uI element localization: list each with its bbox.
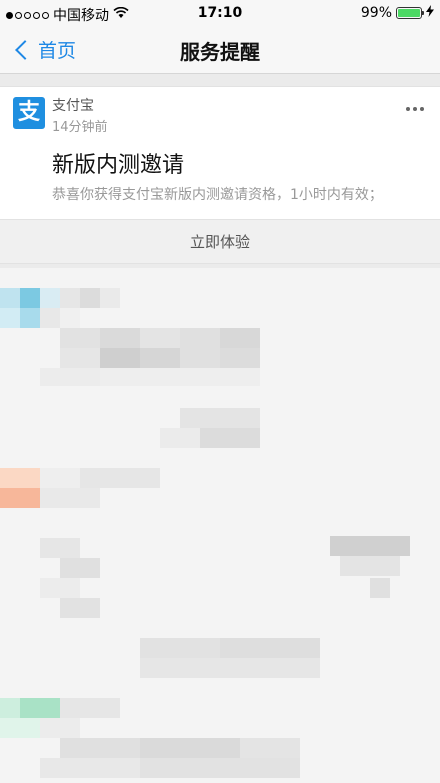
blur-block — [20, 698, 60, 718]
blur-block — [80, 468, 160, 488]
blur-block — [60, 328, 100, 348]
alipay-logo-icon: 支 — [13, 97, 45, 129]
notification-card[interactable]: 支 支付宝 14分钟前 新版内测邀请 恭喜你获得支付宝新版内测邀请资格，1小时内… — [0, 86, 440, 264]
blur-block — [0, 488, 40, 508]
blur-block — [100, 288, 120, 308]
blur-block — [60, 738, 140, 758]
blur-block — [220, 348, 260, 368]
blur-block — [140, 658, 320, 678]
blur-block — [140, 638, 220, 658]
blur-block — [40, 758, 140, 778]
blur-block — [40, 488, 100, 508]
blur-block — [60, 598, 100, 618]
blur-block — [220, 328, 260, 348]
blur-block — [60, 348, 100, 368]
charging-icon — [426, 5, 434, 21]
sender-name: 支付宝 — [52, 98, 94, 114]
blur-block — [60, 308, 80, 328]
blur-block — [340, 556, 400, 576]
blur-block — [20, 288, 40, 308]
blur-block — [180, 408, 260, 428]
blur-block — [200, 428, 260, 448]
blur-block — [40, 538, 80, 558]
timestamp: 14分钟前 — [52, 120, 108, 135]
blur-block — [60, 558, 100, 578]
blur-block — [40, 718, 80, 738]
blur-block — [140, 758, 300, 778]
blur-block — [140, 328, 180, 348]
blur-block — [0, 288, 20, 308]
blur-block — [40, 468, 80, 488]
blur-block — [0, 698, 20, 718]
blur-block — [180, 328, 220, 348]
blur-block — [40, 578, 80, 598]
blur-block — [40, 308, 60, 328]
try-now-button[interactable]: 立即体验 — [0, 219, 440, 263]
status-bar: 中国移动 17:10 99% — [0, 0, 440, 26]
blur-block — [0, 308, 20, 328]
blurred-content-area — [0, 268, 440, 783]
blur-block — [240, 738, 300, 758]
navigation-bar: 首页 服务提醒 — [0, 26, 440, 74]
blur-block — [40, 288, 60, 308]
blur-block — [160, 428, 200, 448]
blur-block — [220, 638, 320, 658]
blur-block — [180, 348, 220, 368]
blur-block — [0, 468, 40, 488]
blur-block — [100, 368, 260, 386]
message-title: 新版内测邀请 — [52, 153, 185, 178]
battery-icon — [396, 7, 424, 19]
blur-block — [40, 368, 100, 386]
blur-block — [140, 348, 180, 368]
blur-block — [20, 308, 40, 328]
blur-block — [60, 698, 120, 718]
message-description: 恭喜你获得支付宝新版内测邀请资格，1小时内有效； — [52, 187, 383, 203]
blur-block — [100, 348, 140, 368]
page-title: 服务提醒 — [180, 40, 260, 64]
blur-block — [330, 536, 410, 556]
blur-block — [80, 288, 100, 308]
blur-block — [0, 718, 40, 738]
blur-block — [370, 578, 390, 598]
status-right: 99% — [361, 5, 434, 21]
blur-block — [140, 738, 240, 758]
blur-block — [100, 328, 140, 348]
blur-block — [60, 288, 80, 308]
battery-percent: 99% — [360, 5, 392, 21]
more-options-icon[interactable] — [406, 107, 424, 111]
